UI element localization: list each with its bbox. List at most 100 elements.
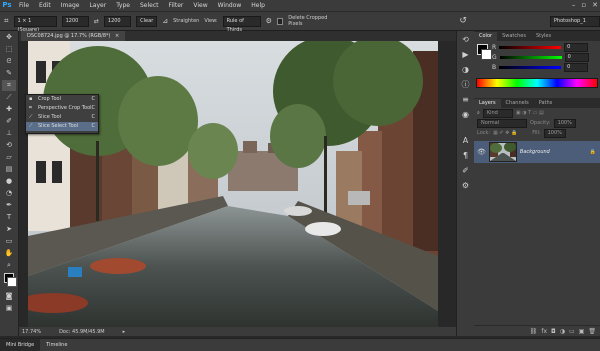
zoom-tool-icon[interactable]: ⌕ [2, 260, 16, 271]
history-brush-tool-icon[interactable]: ⟲ [2, 140, 16, 151]
menu-file[interactable]: File [14, 0, 34, 11]
menu-image[interactable]: Image [56, 0, 85, 11]
shape-tool-icon[interactable]: ▭ [2, 236, 16, 247]
adjustment-layer-icon[interactable]: ◑ [560, 328, 565, 335]
new-group-icon[interactable]: ▭ [569, 328, 575, 335]
menu-filter[interactable]: Filter [164, 0, 189, 11]
red-value[interactable]: 0 [564, 43, 589, 52]
clear-button[interactable]: Clear [136, 15, 158, 27]
canvas-area[interactable] [19, 41, 456, 327]
workspace-dropdown[interactable]: Photoshop_1 [549, 15, 600, 27]
history-icon[interactable]: ⟲ [459, 34, 472, 46]
flyout-slice-select-tool[interactable]: ⟋ Slice Select Tool C [26, 122, 98, 131]
minimize-button[interactable]: – [572, 0, 576, 11]
menu-help[interactable]: Help [246, 0, 270, 11]
fx-icon[interactable]: fx [541, 328, 547, 335]
blue-value[interactable]: 0 [564, 63, 589, 72]
view-label: View: [204, 18, 218, 24]
pen-tool-icon[interactable]: ✒ [2, 200, 16, 211]
link-layers-icon[interactable]: ⛓ [530, 328, 538, 335]
crop-tool-preset-icon[interactable]: ⌗ [4, 16, 9, 26]
blend-mode-dropdown[interactable]: Normal [477, 118, 527, 128]
green-slider[interactable] [499, 56, 562, 59]
flyout-crop-tool[interactable]: ▪ Crop Tool C [26, 95, 98, 104]
quick-mask-icon[interactable]: ◙ [2, 291, 16, 302]
flyout-perspective-crop-tool[interactable]: ⌗ Perspective Crop Tool C [26, 104, 98, 113]
fill-field[interactable]: 100% [543, 128, 566, 138]
tab-timeline[interactable]: Timeline [40, 339, 73, 351]
color-swatches-icon[interactable] [2, 272, 17, 290]
paragraph-icon[interactable]: ¶ [459, 150, 472, 162]
add-mask-icon[interactable]: ◘ [551, 328, 556, 335]
reset-icon[interactable]: ↺ [459, 16, 467, 26]
layer-name[interactable]: Background [520, 149, 550, 155]
brush-tool-icon[interactable]: ✐ [2, 116, 16, 127]
menu-window[interactable]: Window [213, 0, 247, 11]
layer-background[interactable]: 👁 Background 🔒 [474, 141, 600, 163]
tab-paths[interactable]: Paths [534, 99, 558, 108]
path-selection-tool-icon[interactable]: ➤ [2, 224, 16, 235]
status-arrow-icon[interactable]: ▸ [123, 329, 126, 335]
properties-icon[interactable]: ≡ [459, 94, 472, 106]
tool-presets-icon[interactable]: ⚙ [459, 180, 472, 192]
height-field[interactable]: 1200 [103, 15, 132, 27]
tab-mini-bridge[interactable]: Mini Bridge [0, 339, 41, 351]
blur-tool-icon[interactable]: ● [2, 176, 16, 187]
tab-styles[interactable]: Styles [531, 32, 556, 41]
close-window-button[interactable]: ✕ [592, 0, 598, 11]
hand-tool-icon[interactable]: ✋ [2, 248, 16, 259]
color-spectrum[interactable] [476, 78, 598, 88]
crop-tool-icon[interactable]: ⌗ [2, 80, 16, 91]
straighten-icon[interactable]: ⊿ [162, 17, 168, 25]
healing-brush-tool-icon[interactable]: ✚ [2, 104, 16, 115]
type-tool-icon[interactable]: T [2, 212, 16, 223]
lasso-tool-icon[interactable]: ᘓ [2, 56, 16, 67]
opacity-field[interactable]: 100% [553, 118, 576, 128]
eraser-tool-icon[interactable]: ▱ [2, 152, 16, 163]
dodge-tool-icon[interactable]: ◔ [2, 188, 16, 199]
flyout-slice-tool[interactable]: ⟋ Slice Tool C [26, 113, 98, 122]
screen-mode-icon[interactable]: ▣ [2, 303, 16, 314]
tab-color[interactable]: Color [474, 32, 498, 41]
tab-layers[interactable]: Layers [474, 99, 501, 108]
menu-type[interactable]: Type [111, 0, 135, 11]
brush-presets-icon[interactable]: ✐ [459, 165, 472, 177]
width-field[interactable]: 1200 [61, 15, 89, 27]
clone-stamp-tool-icon[interactable]: ⊥ [2, 128, 16, 139]
menu-edit[interactable]: Edit [34, 0, 56, 11]
overlay-dropdown[interactable]: Rule of Thirds [222, 15, 261, 33]
swap-icon[interactable]: ⇄ [94, 18, 99, 25]
styles-icon[interactable]: ◉ [459, 109, 472, 121]
maximize-button[interactable]: ▫ [581, 0, 586, 11]
kind-filter-dropdown[interactable]: Kind [482, 108, 513, 118]
actions-icon[interactable]: ▶ [459, 49, 472, 61]
menu-select[interactable]: Select [135, 0, 164, 11]
lock-icons[interactable]: ▦ ✐ ✥ 🔒 [493, 130, 517, 136]
red-slider[interactable] [499, 46, 562, 49]
visibility-eye-icon[interactable]: 👁 [477, 148, 486, 156]
marquee-tool-icon[interactable]: ⬚ [2, 44, 16, 55]
blue-slider[interactable] [499, 66, 562, 69]
filter-icons[interactable]: ▣ ◑ T ▭ ▤ [516, 110, 544, 116]
eyedropper-tool-icon[interactable]: ⟋ [2, 92, 16, 103]
document-tab[interactable]: DSC08724.jpg @ 17.7% (RGB/8*) × [21, 31, 126, 41]
gradient-tool-icon[interactable]: ▤ [2, 164, 16, 175]
info-icon[interactable]: ⓘ [459, 79, 472, 91]
quick-select-tool-icon[interactable]: ✎ [2, 68, 16, 79]
menu-view[interactable]: View [188, 0, 212, 11]
delete-cropped-label: Delete Cropped Pixels [288, 15, 328, 27]
trash-icon[interactable]: 🗑 [588, 328, 596, 335]
menu-layer[interactable]: Layer [84, 0, 111, 11]
delete-cropped-checkbox[interactable] [276, 17, 284, 25]
adjustments-icon[interactable]: ◑ [459, 64, 472, 76]
close-tab-icon[interactable]: × [115, 33, 119, 39]
new-layer-icon[interactable]: ▣ [579, 328, 585, 335]
move-tool-icon[interactable]: ✥ [2, 32, 16, 43]
character-icon[interactable]: A [459, 135, 472, 147]
ratio-dropdown[interactable]: 1 × 1 (Square) [13, 15, 57, 33]
tab-swatches[interactable]: Swatches [497, 32, 531, 41]
tab-channels[interactable]: Channels [501, 99, 534, 108]
green-value[interactable]: 0 [564, 53, 589, 62]
gear-icon[interactable]: ⚙ [266, 17, 272, 25]
zoom-level[interactable]: 17.74% [22, 329, 41, 335]
